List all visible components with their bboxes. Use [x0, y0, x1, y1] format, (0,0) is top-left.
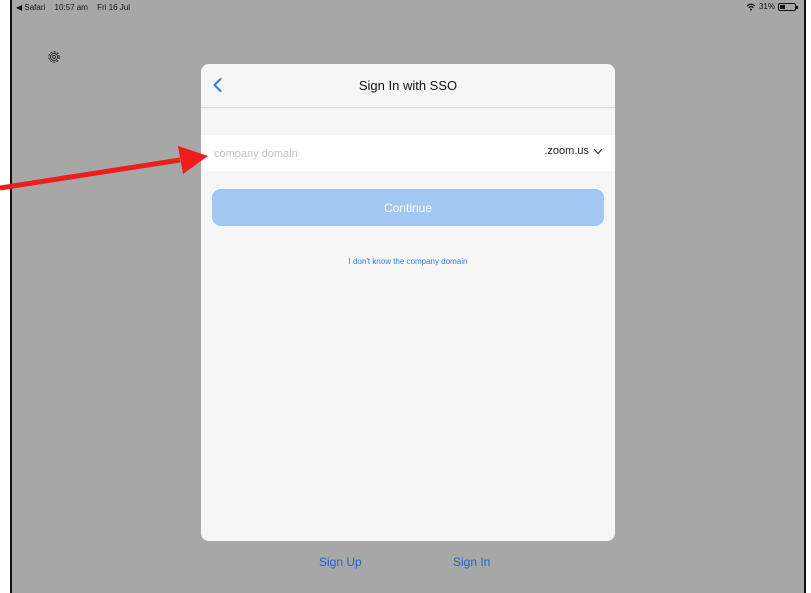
gear-icon[interactable]: [46, 49, 62, 65]
status-time: 10:57 am: [54, 3, 88, 12]
domain-suffix-label: .zoom.us: [544, 145, 589, 157]
sso-sign-in-dialog: Sign In with SSO .zoom.us Continue I don…: [201, 64, 615, 541]
company-domain-input[interactable]: [212, 143, 516, 165]
continue-button[interactable]: Continue: [212, 189, 604, 226]
dialog-header: Sign In with SSO: [201, 64, 615, 108]
status-left: ◀ Safari 10:57 am Fri 16 Jul: [16, 3, 137, 12]
sign-in-link[interactable]: Sign In: [453, 555, 490, 569]
dialog-title: Sign In with SSO: [358, 78, 458, 93]
company-domain-row: .zoom.us: [201, 135, 615, 171]
status-right: 31%: [746, 2, 798, 11]
chevron-down-icon: [593, 148, 603, 154]
sign-up-link[interactable]: Sign Up: [319, 555, 362, 569]
ipad-screen: ◀ Safari 10:57 am Fri 16 Jul 31% Sign In…: [10, 0, 806, 593]
unknown-company-domain-link[interactable]: I don't know the company domain: [201, 257, 615, 266]
back-to-app-link[interactable]: ◀ Safari: [16, 3, 45, 12]
wifi-icon: [746, 3, 756, 11]
status-date: Fri 16 Jul: [97, 3, 131, 12]
battery-icon: [778, 2, 798, 11]
battery-percent: 31%: [758, 2, 775, 11]
bottom-links: Sign Up Sign In: [12, 555, 804, 575]
status-bar: ◀ Safari 10:57 am Fri 16 Jul 31%: [12, 0, 804, 16]
domain-suffix-select[interactable]: .zoom.us: [544, 145, 603, 157]
